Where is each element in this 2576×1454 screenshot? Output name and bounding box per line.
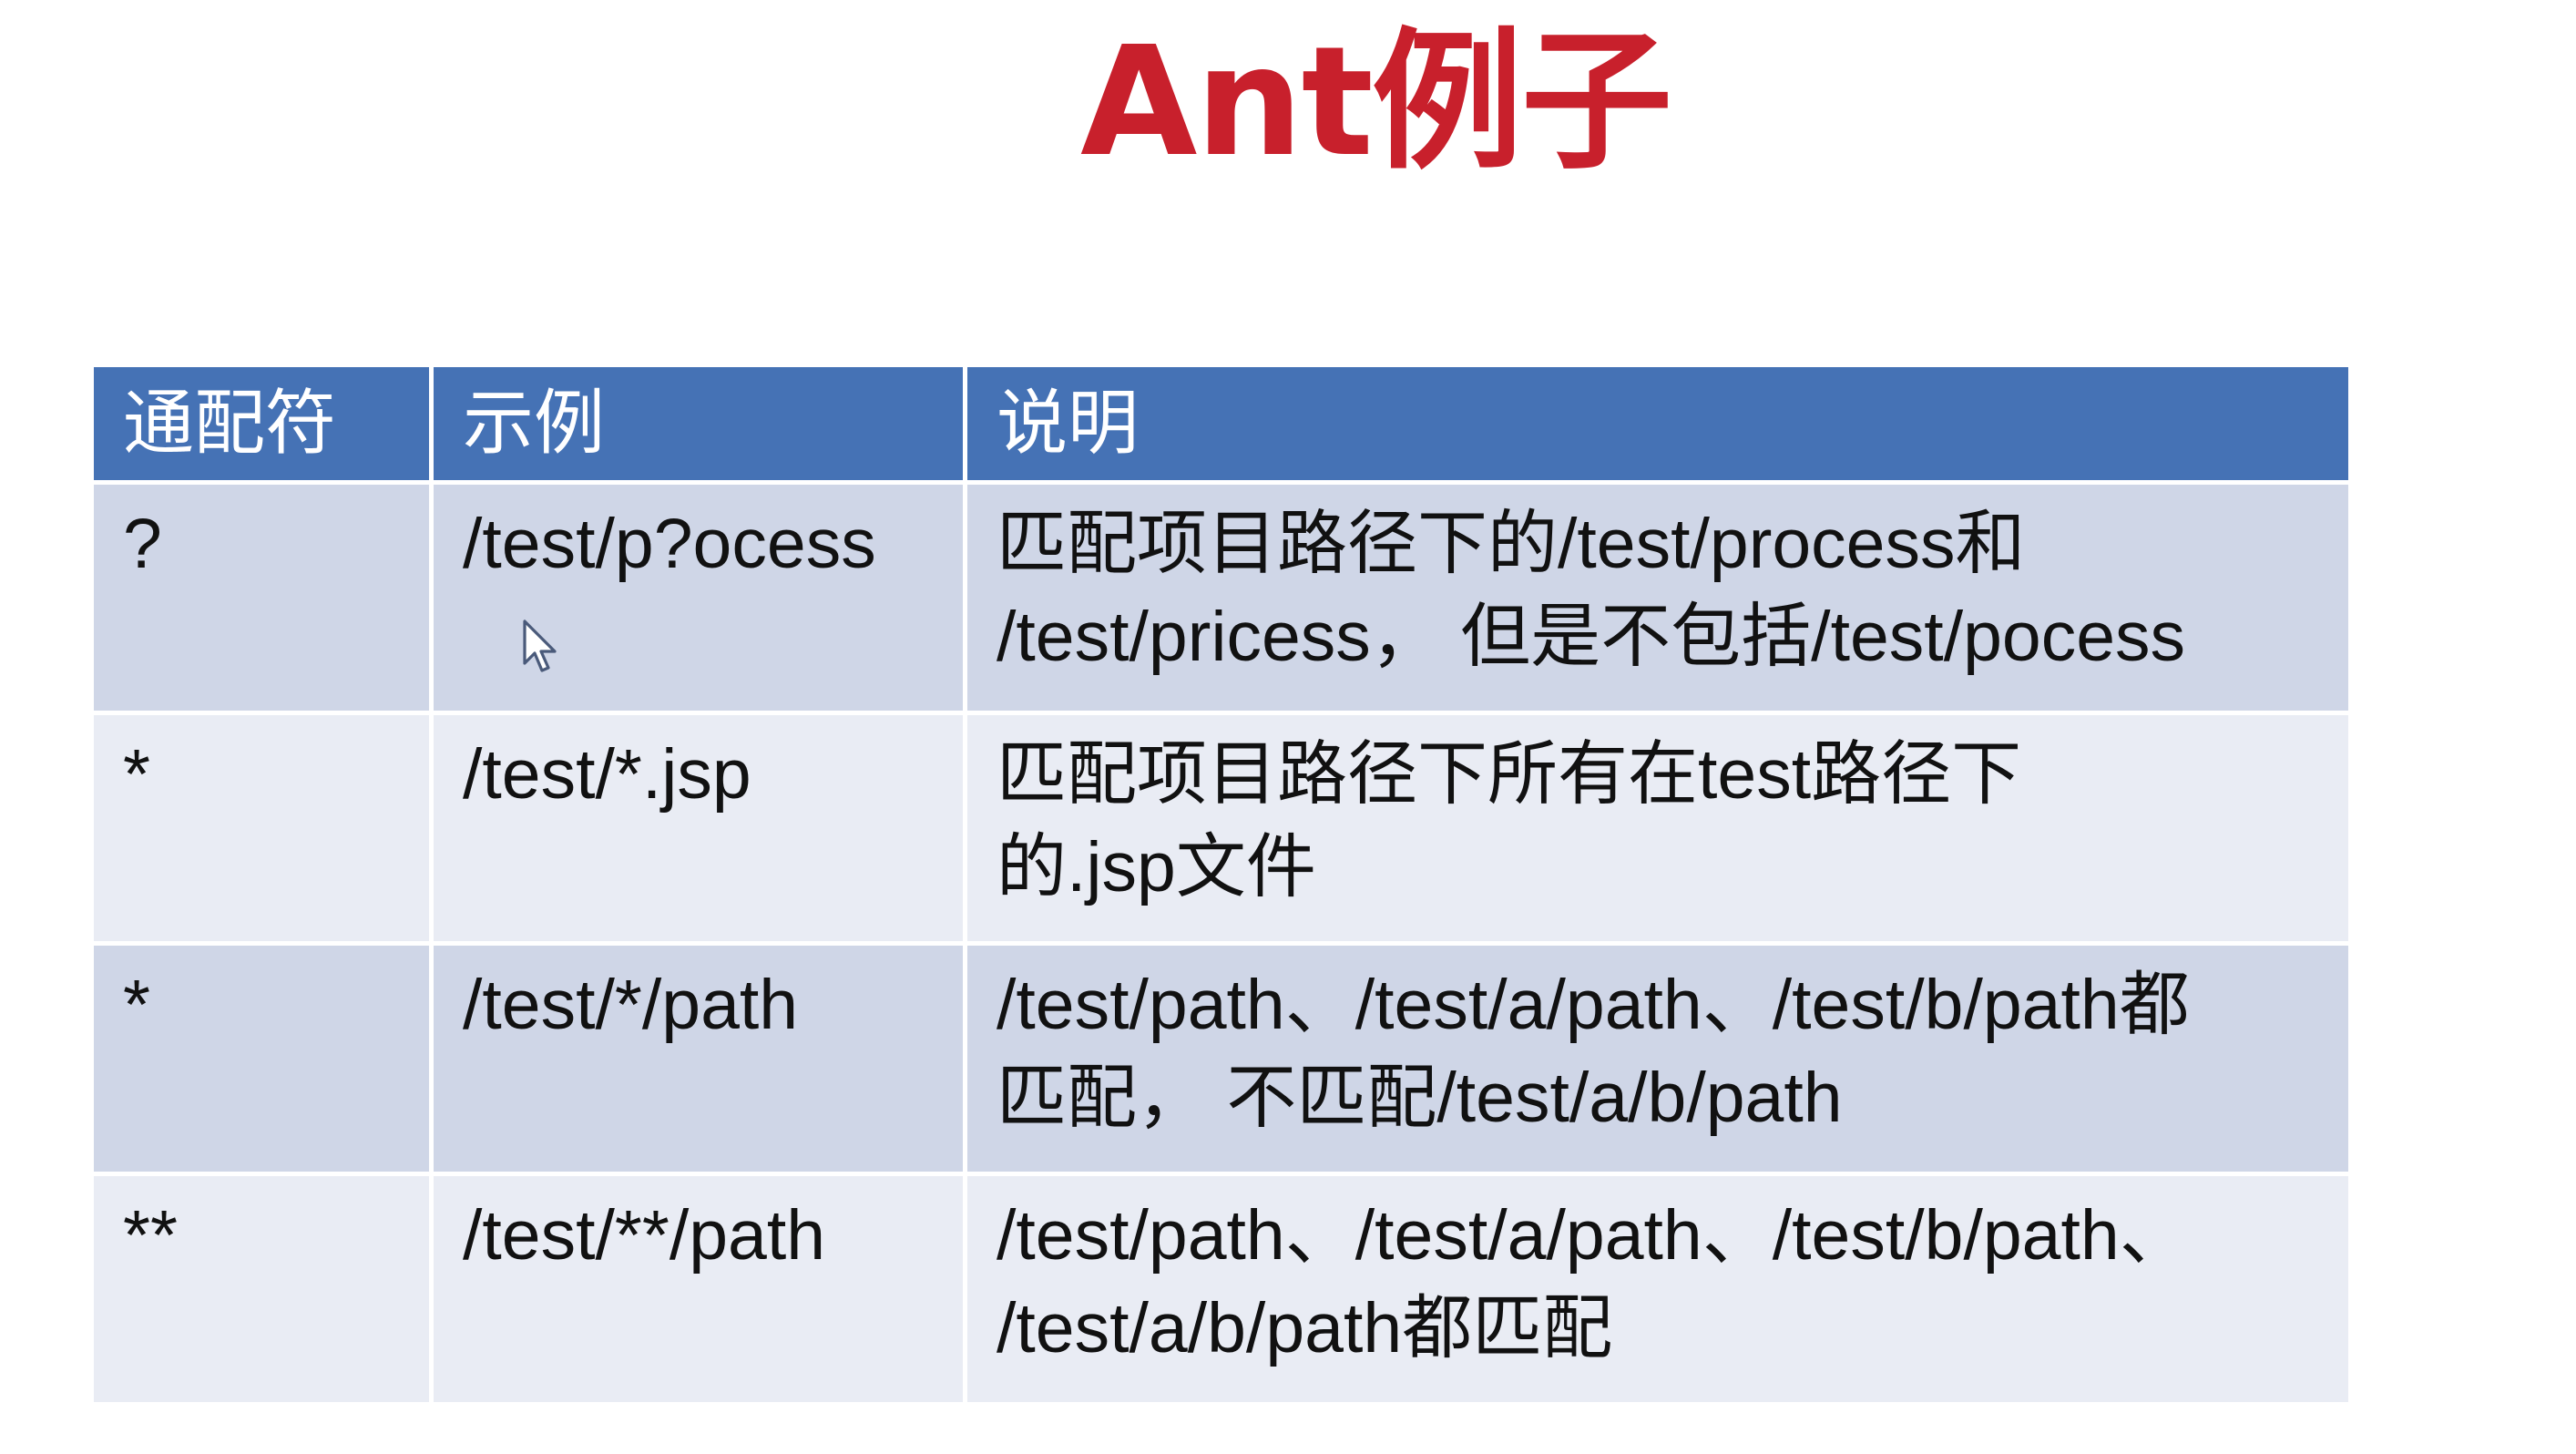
wildcard-cell: *: [89, 941, 434, 1176]
wildcard-cell: *: [89, 711, 434, 946]
header-wildcard: 通配符: [89, 363, 434, 485]
example-text: /test/p?ocess: [463, 505, 876, 583]
example-cell: /test/**/path: [429, 1172, 967, 1407]
description-text: /test/path、/test/a/path、/test/b/path都 匹配…: [997, 966, 2190, 1137]
description-cell: 匹配项目路径下的/test/process和 /test/pricess， 但是…: [963, 480, 2353, 715]
description-cell: 匹配项目路径下所有在test路径下 的.jsp文件: [963, 711, 2353, 946]
wildcard-text: **: [123, 1196, 178, 1275]
description-text: 匹配项目路径下所有在test路径下 的.jsp文件: [997, 735, 2022, 906]
wildcard-text: ?: [123, 505, 162, 583]
example-cell: /test/*/path: [429, 941, 967, 1176]
table-row: ** /test/**/path /test/path、/test/a/path…: [89, 1172, 2353, 1407]
description-text: 匹配项目路径下的/test/process和 /test/pricess， 但是…: [997, 505, 2186, 676]
example-cell: /test/p?ocess: [429, 480, 967, 715]
example-text: /test/*/path: [463, 966, 799, 1044]
wildcard-cell: **: [89, 1172, 434, 1407]
table-row: * /test/*/path /test/path、/test/a/path、/…: [89, 941, 2353, 1176]
description-cell: /test/path、/test/a/path、/test/b/path、 /t…: [963, 1172, 2353, 1407]
mouse-pointer-icon: [523, 619, 557, 672]
description-cell: /test/path、/test/a/path、/test/b/path都 匹配…: [963, 941, 2353, 1176]
example-text: /test/**/path: [463, 1196, 826, 1275]
wildcard-text: *: [123, 735, 150, 814]
example-cell: /test/*.jsp: [429, 711, 967, 946]
wildcard-cell: ?: [89, 480, 434, 715]
table-header-row: 通配符 示例 说明: [89, 363, 2353, 485]
header-example: 示例: [429, 363, 967, 485]
table-row: ? /test/p?ocess 匹配项目路径下的/test/process和 /…: [89, 480, 2353, 715]
table-row: * /test/*.jsp 匹配项目路径下所有在test路径下 的.jsp文件: [89, 711, 2353, 946]
header-description: 说明: [963, 363, 2353, 485]
example-text: /test/*.jsp: [463, 735, 751, 814]
slide-title: Ant例子: [1079, 15, 1672, 190]
wildcard-table: 通配符 示例 说明 ? /test/p?ocess 匹配项目路径下的/test/…: [89, 363, 2353, 1407]
description-text: /test/path、/test/a/path、/test/b/path、 /t…: [997, 1196, 2190, 1367]
wildcard-text: *: [123, 966, 150, 1044]
